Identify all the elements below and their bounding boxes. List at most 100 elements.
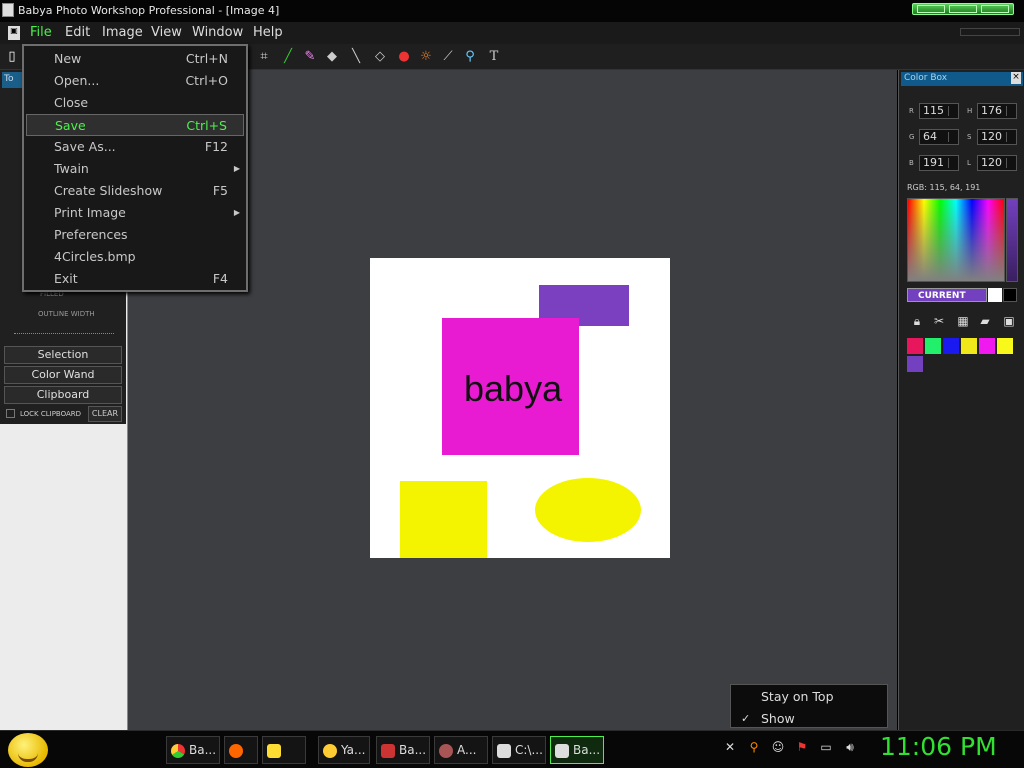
taskbar-app-a[interactable]: A... <box>434 736 488 764</box>
color-swatch[interactable] <box>979 338 995 354</box>
file-menu-item-create-slideshow[interactable]: Create Slideshow F5 <box>26 180 244 202</box>
file-menu-item-open[interactable]: Open... Ctrl+O <box>26 70 244 92</box>
color-swatch[interactable] <box>925 338 941 354</box>
cut-icon[interactable]: ✂ <box>931 314 947 330</box>
app-icon[interactable] <box>2 3 14 17</box>
menu-edit[interactable]: Edit <box>65 25 90 40</box>
app-icon <box>439 743 453 758</box>
taskbar-7zip[interactable]: C:\... <box>492 736 546 764</box>
tray-display-icon[interactable]: ▭ <box>818 740 834 756</box>
text-tool-icon[interactable]: T <box>486 49 502 65</box>
menu-help[interactable]: Help <box>253 25 283 40</box>
tray-messenger-icon[interactable]: ☺ <box>770 740 786 756</box>
taskbar-babya-2[interactable]: Ba... <box>376 736 430 764</box>
tray-search-icon[interactable]: ⚲ <box>746 740 762 756</box>
s-spinner[interactable]: 120 <box>977 129 1017 145</box>
h-spinner[interactable]: 176 <box>977 103 1017 119</box>
file-menu-item-exit[interactable]: Exit F4 <box>26 268 244 290</box>
value-strip[interactable] <box>1006 198 1018 282</box>
menu-item-label: Twain <box>54 161 89 176</box>
r-spinner[interactable]: 115 <box>919 103 959 119</box>
eyedropper-icon[interactable]: ⟋ <box>440 49 456 65</box>
taskbar: Ba... Ya... Ba... A... C:\... Ba... <box>0 730 1024 768</box>
file-menu-dropdown: New Ctrl+N Open... Ctrl+O Close Save Ctrl+S Sav… <box>22 44 248 292</box>
color-swatch[interactable] <box>943 338 959 354</box>
brush-icon[interactable]: ✎ <box>302 49 318 65</box>
selection-button[interactable]: Selection <box>4 346 122 364</box>
mdi-controls[interactable] <box>960 28 1020 36</box>
outline-width-label: OUTLINE WIDTH <box>38 310 95 318</box>
b-spinner[interactable]: 191 <box>919 155 959 171</box>
lock-clipboard-checkbox[interactable] <box>6 409 15 418</box>
babya-icon <box>555 743 569 758</box>
document-icon[interactable]: ▣ <box>8 26 20 40</box>
window-controls[interactable] <box>912 3 1014 15</box>
lock-icon[interactable]: 🔒︎ <box>909 314 925 330</box>
clock[interactable]: 11:06 PM <box>880 732 997 761</box>
l-label: L <box>967 159 971 167</box>
secondary-color-black[interactable] <box>1003 288 1017 302</box>
save-icon[interactable]: ▣ <box>1001 314 1017 330</box>
stay-on-top-item[interactable]: Stay on Top <box>761 689 834 704</box>
maximize-button[interactable] <box>949 5 977 13</box>
rgb-readout: RGB: 115, 64, 191 <box>907 183 981 192</box>
canvas-text: babya <box>464 368 563 409</box>
file-menu-item-print-image[interactable]: Print Image ▶ <box>26 202 244 224</box>
menu-image[interactable]: Image <box>102 25 143 40</box>
color-spectrum[interactable] <box>907 198 1005 282</box>
color-swatch[interactable] <box>961 338 977 354</box>
color-swatch[interactable] <box>997 338 1013 354</box>
color-swatch[interactable] <box>907 356 923 372</box>
shapes-icon[interactable]: ● <box>396 49 412 65</box>
minimize-button[interactable] <box>917 5 945 13</box>
file-menu-item-save[interactable]: Save Ctrl+S <box>26 114 244 136</box>
taskbar-babya-active[interactable]: Ba... <box>550 736 604 764</box>
tray-flag-icon[interactable]: ⚑ <box>794 740 810 756</box>
file-menu-item-4circles-bmp[interactable]: 4Circles.bmp <box>26 246 244 268</box>
file-menu-item-new[interactable]: New Ctrl+N <box>26 48 244 70</box>
secondary-color-white[interactable] <box>988 288 1002 302</box>
folder-icon <box>267 743 281 758</box>
image-canvas[interactable]: babya <box>370 258 670 558</box>
color-swatch[interactable] <box>907 338 923 354</box>
title-bar: Babya Photo Workshop Professional - [Ima… <box>0 0 1024 22</box>
taskbar-chrome[interactable]: Ba... <box>166 736 220 764</box>
close-icon[interactable]: × <box>1011 72 1021 84</box>
file-menu-item-close[interactable]: Close <box>26 92 244 114</box>
tray-volume-icon[interactable]: 🔊︎ <box>842 740 858 756</box>
g-spinner[interactable]: 64 <box>919 129 959 145</box>
zoom-icon[interactable]: ⚲ <box>462 49 478 65</box>
file-menu-item-save-as[interactable]: Save As... F12 <box>26 136 244 158</box>
taskbar-yahoo[interactable]: Ya... <box>318 736 370 764</box>
palette-icon[interactable]: ▦ <box>955 314 971 330</box>
taskbar-explorer[interactable] <box>262 736 306 764</box>
line-icon[interactable]: ╲ <box>348 49 364 65</box>
menu-item-label: Preferences <box>54 227 128 242</box>
close-button[interactable] <box>981 5 1009 13</box>
start-smiley-icon[interactable] <box>8 733 48 767</box>
show-item[interactable]: Show <box>761 711 795 726</box>
firefox-icon <box>229 743 243 758</box>
file-menu-item-preferences[interactable]: Preferences <box>26 224 244 246</box>
clear-button[interactable]: CLEAR <box>88 406 122 422</box>
open-folder-icon[interactable]: ▰ <box>977 314 993 330</box>
spray-icon[interactable]: ☼ <box>418 49 434 65</box>
l-spinner[interactable]: 120 <box>977 155 1017 171</box>
chrome-icon <box>171 743 185 758</box>
pencil-icon[interactable]: ╱ <box>280 49 296 65</box>
taskbar-firefox[interactable] <box>224 736 258 764</box>
tray-network-icon[interactable]: ✕ <box>722 740 738 756</box>
fill-icon[interactable]: ◇ <box>372 49 388 65</box>
menu-view[interactable]: View <box>151 25 182 40</box>
outline-width-slider[interactable] <box>14 326 114 334</box>
clipboard-button[interactable]: Clipboard <box>4 386 122 404</box>
color-wand-button[interactable]: Color Wand <box>4 366 122 384</box>
crop-icon[interactable]: ⌗ <box>256 49 272 65</box>
file-menu-item-twain[interactable]: Twain ▶ <box>26 158 244 180</box>
menu-window[interactable]: Window <box>192 25 243 40</box>
menu-item-shortcut: F12 <box>204 139 228 154</box>
menu-file[interactable]: File <box>30 25 52 40</box>
new-icon[interactable]: ▯ <box>4 49 20 65</box>
taskbar-label: Ba... <box>189 743 217 757</box>
eraser-icon[interactable]: ◆ <box>324 49 340 65</box>
